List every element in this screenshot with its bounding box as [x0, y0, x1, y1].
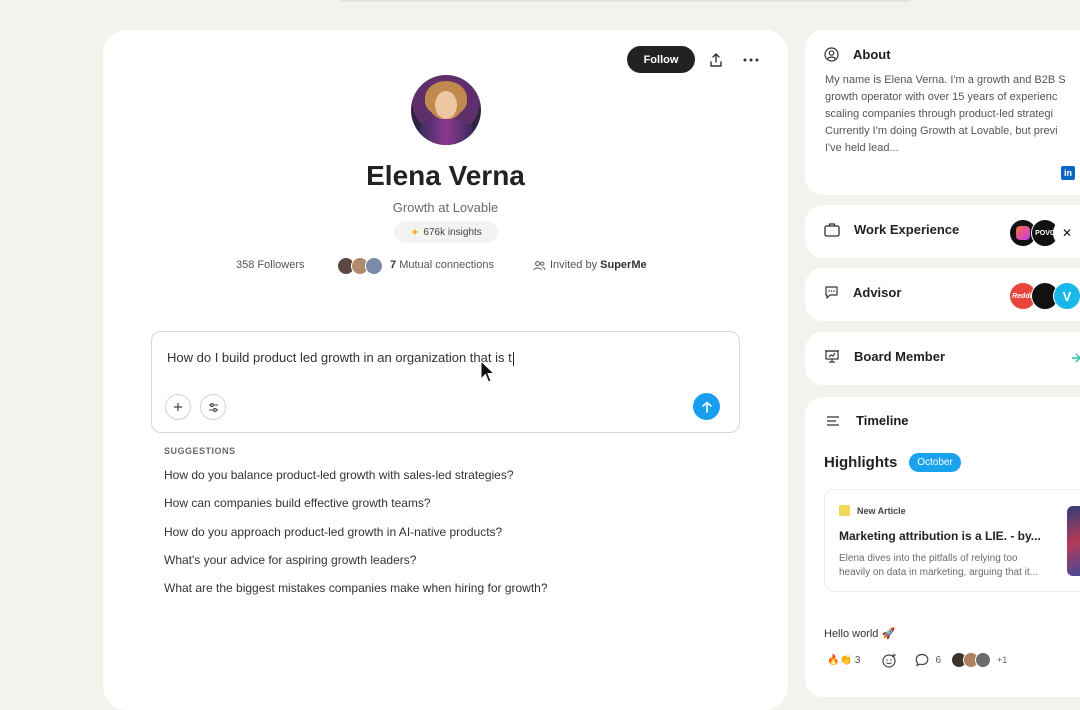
- article-icon: [839, 505, 850, 516]
- mutual-label: Mutual connections: [399, 259, 494, 271]
- comment-count: 6: [935, 654, 942, 666]
- timeline-card: Timeline Highlights October New Article …: [805, 397, 1080, 697]
- invited-by-name[interactable]: SuperMe: [600, 259, 646, 271]
- post-text: Hello world 🚀: [824, 628, 896, 640]
- profile-avatar: [411, 75, 481, 145]
- profile-role: Growth at Lovable: [392, 200, 499, 215]
- add-attachment-button[interactable]: [165, 394, 191, 420]
- send-button[interactable]: [693, 393, 720, 420]
- board-member-title: Board Member: [854, 349, 946, 364]
- month-filter[interactable]: October: [909, 453, 961, 472]
- article-card[interactable]: New Article Marketing attribution is a L…: [824, 489, 1080, 592]
- post-reactions: 🔥👏 3 6 +1: [827, 651, 1007, 669]
- follow-button[interactable]: Follow: [627, 46, 695, 73]
- presentation-icon: [825, 350, 839, 363]
- mutual-connections[interactable]: 7 Mutual connections: [390, 259, 494, 271]
- people-icon: [533, 261, 546, 271]
- invited-by: Invited by SuperMe: [550, 259, 647, 271]
- insights-count: 676k insights: [423, 226, 482, 238]
- suggestion-item[interactable]: How can companies build effective growth…: [164, 495, 548, 523]
- article-title[interactable]: Marketing attribution is a LIE. - by...: [839, 529, 1041, 543]
- suggestion-item[interactable]: How do you balance product-led growth wi…: [164, 467, 548, 495]
- company-logo-icon: V: [1053, 282, 1080, 310]
- comments-button[interactable]: 6: [915, 653, 941, 667]
- question-input[interactable]: How do I build product led growth in an …: [151, 331, 740, 433]
- about-text: My name is Elena Verna. I'm a growth and…: [825, 74, 1066, 154]
- reaction-count: 3: [854, 654, 861, 666]
- article-thumbnail: [1067, 506, 1080, 576]
- reaction-button[interactable]: 🔥👏 3: [827, 655, 860, 666]
- sparkle-icon: ✦: [410, 226, 420, 239]
- more-reactors: +1: [997, 655, 1008, 665]
- comment-icon: [916, 653, 929, 667]
- about-card: About My name is Elena Verna. I'm a grow…: [805, 30, 1080, 195]
- arrow-up-icon: [701, 401, 712, 413]
- suggestion-item[interactable]: How do you approach product-led growth i…: [164, 524, 548, 552]
- followers-count[interactable]: 358 Followers: [236, 259, 304, 271]
- add-reaction-button[interactable]: [882, 653, 897, 668]
- user-circle-icon: [824, 47, 839, 62]
- sliders-icon: [208, 402, 218, 412]
- timeline-icon: [827, 415, 839, 426]
- advisor-card[interactable]: Advisor Reddit V: [805, 268, 1080, 321]
- company-logo-icon: [1072, 353, 1080, 363]
- suggestions-title: SUGGESTIONS: [164, 446, 236, 456]
- top-divider: [340, 0, 910, 2]
- article-badge: New Article: [857, 505, 906, 516]
- mutual-avatars[interactable]: [337, 257, 383, 275]
- work-experience-card[interactable]: Work Experience POVC ✕: [805, 205, 1080, 258]
- highlights-title: Highlights: [824, 454, 898, 471]
- share-icon[interactable]: [706, 50, 726, 70]
- briefcase-icon: [824, 223, 840, 237]
- suggestions-list: How do you balance product-led growth wi…: [164, 467, 548, 608]
- about-title: About: [853, 47, 891, 62]
- mutual-count: 7: [390, 259, 397, 271]
- company-logo-label: POVC: [1035, 229, 1055, 237]
- insights-badge: ✦ 676k insights: [394, 221, 498, 243]
- text-caret: [512, 351, 514, 366]
- more-options-icon[interactable]: [741, 50, 761, 70]
- profile-stats: 358 Followers 7 Mutual connections Invit…: [103, 257, 788, 277]
- profile-name: Elena Verna: [366, 160, 525, 191]
- question-text[interactable]: How do I build product led growth in an …: [167, 350, 512, 365]
- mouse-cursor-icon: [480, 360, 496, 383]
- work-experience-title: Work Experience: [854, 222, 960, 237]
- reactor-avatars[interactable]: [951, 652, 995, 668]
- add-emoji-icon: [882, 653, 897, 668]
- suggestion-item[interactable]: What's your advice for aspiring growth l…: [164, 552, 548, 580]
- profile-card: Follow Elena Verna Growth at Lovable ✦ 6…: [103, 30, 788, 710]
- advisor-title: Advisor: [853, 285, 902, 300]
- invited-label: Invited by: [550, 259, 598, 271]
- reaction-emoji: 🔥👏: [827, 654, 852, 666]
- chat-icon: [825, 286, 838, 299]
- timeline-title: Timeline: [856, 413, 909, 428]
- settings-button[interactable]: [200, 394, 226, 420]
- company-logo-icon: ✕: [1053, 219, 1080, 247]
- linkedin-icon[interactable]: in: [1061, 166, 1075, 180]
- board-member-card[interactable]: Board Member: [805, 332, 1080, 385]
- plus-icon: [174, 403, 182, 411]
- suggestion-item[interactable]: What are the biggest mistakes companies …: [164, 580, 548, 608]
- article-description: Elena dives into the pitfalls of relying…: [839, 553, 1039, 578]
